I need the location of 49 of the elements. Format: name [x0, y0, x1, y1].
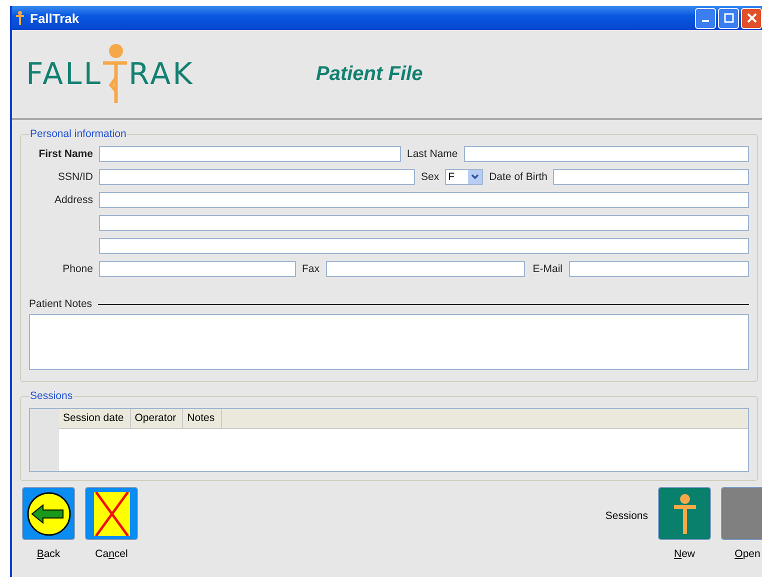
date-of-birth-field[interactable] — [553, 168, 749, 184]
open-button[interactable] — [721, 487, 762, 540]
close-icon — [746, 13, 756, 23]
group-legend: Personal information — [29, 128, 128, 140]
maximize-button[interactable] — [718, 8, 739, 28]
field-label: First Name — [38, 148, 93, 160]
address-field[interactable] — [99, 192, 749, 208]
button-label: New — [674, 548, 696, 560]
address-field[interactable] — [99, 238, 749, 254]
logo: FALL RAK — [26, 43, 316, 105]
last-name-field[interactable] — [464, 146, 749, 162]
ssn-field[interactable] — [99, 168, 415, 184]
sessions-label: Sessions — [605, 510, 648, 522]
address-field[interactable] — [99, 214, 749, 230]
cancel-icon — [94, 492, 130, 536]
new-button[interactable] — [658, 487, 711, 540]
field-label: Last Name — [407, 148, 458, 160]
field-label: Fax — [302, 262, 320, 274]
group-legend: Sessions — [29, 390, 74, 402]
column-header[interactable]: Operator — [130, 409, 184, 428]
section-label: Patient Notes — [29, 298, 92, 310]
person-icon — [102, 43, 128, 105]
field-label: Address — [53, 194, 93, 206]
field-label: SSN/ID — [56, 170, 93, 182]
button-label: Cancel — [95, 548, 128, 560]
column-header[interactable]: Session date — [59, 409, 131, 428]
phone-field[interactable] — [99, 260, 296, 276]
app-icon — [16, 11, 24, 25]
person-icon — [672, 494, 696, 534]
window-title: FallTrak — [30, 10, 80, 26]
field-label: Phone — [62, 262, 93, 274]
button-label: Back — [36, 548, 60, 560]
close-button[interactable] — [741, 8, 762, 28]
fax-field[interactable] — [326, 260, 525, 276]
field-label: E-Mail — [532, 262, 563, 274]
button-label: Open — [734, 548, 760, 560]
field-label: Sex — [421, 170, 440, 182]
first-name-field[interactable] — [99, 146, 401, 162]
maximize-icon — [724, 13, 734, 23]
field-label: Date of Birth — [489, 170, 548, 182]
sex-dropdown[interactable]: F — [445, 168, 484, 184]
email-field[interactable] — [568, 260, 749, 276]
page-heading: Patient File — [316, 62, 423, 86]
cancel-button[interactable] — [85, 487, 138, 540]
back-button[interactable] — [22, 487, 75, 540]
chevron-down-icon — [471, 174, 480, 180]
minimize-button[interactable] — [695, 8, 716, 28]
patient-notes-field[interactable] — [29, 314, 749, 370]
column-header[interactable]: Notes — [183, 409, 222, 428]
